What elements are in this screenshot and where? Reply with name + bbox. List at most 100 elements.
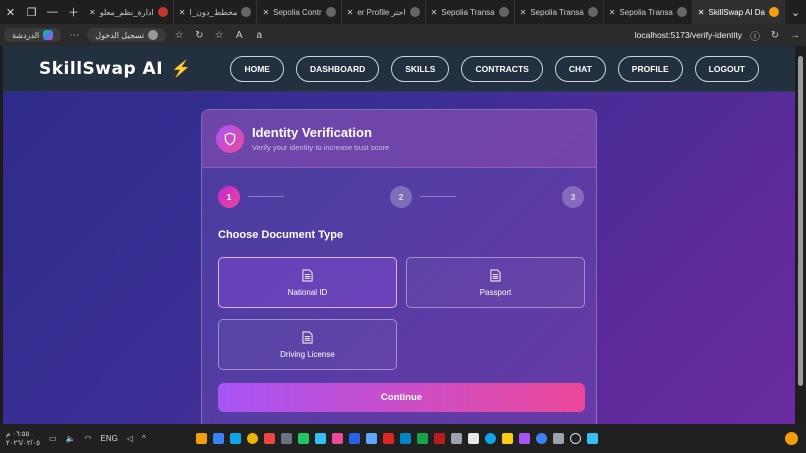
tab-label: Sepolia Transa — [619, 7, 673, 17]
copilot-icon[interactable] — [518, 433, 530, 444]
nav-dashboard-button[interactable]: DASHBOARD — [295, 55, 380, 82]
pdf-icon[interactable] — [433, 433, 445, 444]
tab-close-icon[interactable]: ✕ — [520, 8, 527, 17]
card-header: Identity Verification Verify your identi… — [202, 110, 596, 168]
browser-tab[interactable]: ✕ Sepolia Transa — [426, 0, 515, 24]
tab-label: er Profile احتر — [357, 7, 406, 17]
nav-chat-button[interactable]: CHAT — [554, 55, 606, 82]
tab-close-icon[interactable]: ✕ — [179, 8, 186, 17]
app-icon[interactable] — [467, 433, 479, 444]
tab-favicon-icon — [676, 7, 687, 17]
tab-close-icon[interactable]: ✕ — [698, 8, 705, 17]
step-connector — [248, 196, 284, 197]
facebook-icon[interactable] — [348, 433, 360, 444]
more-options-icon[interactable]: ⋯ — [67, 30, 81, 41]
app-icon[interactable] — [280, 433, 292, 444]
clock-time: ٠٦:٥٥ م — [6, 430, 30, 438]
nav-home-button[interactable]: HOME — [230, 55, 284, 82]
document-icon — [302, 331, 313, 343]
app-icon[interactable] — [535, 433, 547, 444]
pen-icon[interactable]: ◁ — [127, 434, 133, 443]
continue-button[interactable]: Continue — [218, 383, 585, 412]
url-field[interactable]: localhost:5173/verify-identity — [635, 30, 742, 40]
copilot-icon — [43, 30, 54, 40]
tray-chevron-icon[interactable]: ^ — [142, 434, 146, 443]
translate-icon[interactable]: a — [252, 30, 266, 41]
browser-tab[interactable]: ✕ مخطط_دون_ا — [174, 0, 258, 24]
page-title: Identity Verification — [252, 125, 372, 140]
vscode-icon[interactable] — [229, 433, 241, 444]
browser-tab[interactable]: ✕ Sepolia Transa — [515, 0, 604, 24]
forward-icon[interactable]: → — [788, 30, 802, 41]
clock[interactable]: ٠٦:٥٥ م ٢٠٢٦/٠٢/٠٥ — [6, 430, 40, 448]
option-passport[interactable]: Passport — [406, 257, 585, 308]
nav-logout-button[interactable]: LOGOUT — [694, 55, 759, 82]
wifi-icon[interactable]: ◠ — [85, 434, 92, 443]
minimize-window-icon[interactable]: — — [42, 0, 63, 24]
file-explorer-icon[interactable] — [501, 433, 513, 444]
page-viewport: SkillSwap AI ⚡ HOME DASHBOARD SKILLS CON… — [3, 46, 795, 424]
add-favorite-icon[interactable]: ☆ — [212, 30, 226, 41]
copilot-chat-button[interactable]: الدردشة — [4, 28, 62, 42]
tab-label: ادارة_نظم_معلو — [99, 7, 154, 17]
battery-icon[interactable]: ▭ — [49, 434, 57, 443]
weather-icon[interactable] — [785, 432, 798, 445]
chat-label: الدردشة — [12, 30, 40, 40]
verification-card: Identity Verification Verify your identi… — [201, 109, 597, 424]
app-icon[interactable] — [399, 433, 411, 444]
windows-start-icon[interactable] — [586, 433, 598, 444]
app-icon[interactable] — [263, 433, 275, 444]
new-tab-icon[interactable]: ＋ — [63, 0, 84, 24]
nav-skills-button[interactable]: SKILLS — [391, 55, 450, 82]
step-2: 2 — [390, 186, 412, 208]
volume-icon[interactable]: 🔈 — [66, 434, 76, 443]
app-icon[interactable] — [382, 433, 394, 444]
browser-tab[interactable]: ✕ er Profile احتر — [342, 0, 426, 24]
edge-icon[interactable] — [484, 433, 496, 444]
browser-tab-active[interactable]: ✕ SkillSwap AI Da — [692, 0, 785, 24]
app-icon[interactable] — [552, 433, 564, 444]
scrollbar-thumb[interactable] — [798, 56, 803, 386]
tab-label: SkillSwap AI Da — [708, 7, 765, 17]
app-icon[interactable] — [212, 433, 224, 444]
reload-icon[interactable]: ↻ — [768, 30, 782, 41]
app-icon[interactable] — [365, 433, 377, 444]
logo[interactable]: SkillSwap AI — [39, 59, 163, 79]
read-aloud-icon[interactable]: A — [232, 30, 246, 41]
tab-favicon-icon — [157, 7, 168, 17]
app-icon[interactable] — [450, 433, 462, 444]
app-icon[interactable] — [195, 433, 207, 444]
browser-tab[interactable]: ✕ Sepolia Contr — [257, 0, 342, 24]
whatsapp-icon[interactable] — [297, 433, 309, 444]
telegram-icon[interactable] — [314, 433, 326, 444]
step-3: 3 — [562, 186, 584, 208]
os-taskbar: ٠٦:٥٥ م ٢٠٢٦/٠٢/٠٥ ▭ 🔈 ◠ ENG ◁ ^ — [0, 424, 806, 453]
tab-close-icon[interactable]: ✕ — [431, 8, 438, 17]
chrome-icon[interactable] — [246, 433, 258, 444]
browser-tab[interactable]: ✕ Sepolia Transa — [604, 0, 693, 24]
restore-window-icon[interactable]: ❐ — [21, 0, 42, 24]
app-icon[interactable] — [416, 433, 428, 444]
tab-list-chevron-icon[interactable]: ⌄ — [785, 0, 806, 24]
document-icon — [490, 269, 501, 281]
signin-button[interactable]: تسجيل الدخول — [87, 28, 167, 42]
language-indicator[interactable]: ENG — [100, 434, 117, 443]
nav-contracts-button[interactable]: CONTRACTS — [461, 55, 543, 82]
tab-close-icon[interactable]: ✕ — [609, 8, 616, 17]
site-info-icon[interactable]: ⓘ — [748, 28, 762, 43]
browser-tab[interactable]: ✕ ادارة_نظم_معلو — [84, 0, 174, 24]
tab-close-icon[interactable]: ✕ — [262, 8, 269, 17]
close-window-icon[interactable]: ✕ — [0, 0, 21, 24]
option-national-id[interactable]: National ID — [218, 257, 397, 308]
refresh-icon[interactable]: ↻ — [192, 30, 206, 41]
tab-close-icon[interactable]: ✕ — [89, 8, 96, 17]
tab-close-icon[interactable]: ✕ — [347, 8, 354, 17]
tab-favicon-icon — [409, 7, 420, 17]
favorites-icon[interactable]: ☆ — [172, 30, 186, 41]
tab-label: Sepolia Transa — [530, 7, 584, 17]
page-scrollbar[interactable] — [795, 46, 806, 424]
option-driving-license[interactable]: Driving License — [218, 319, 397, 370]
search-icon[interactable] — [569, 433, 581, 444]
nav-profile-button[interactable]: PROFILE — [617, 55, 683, 82]
instagram-icon[interactable] — [331, 433, 343, 444]
